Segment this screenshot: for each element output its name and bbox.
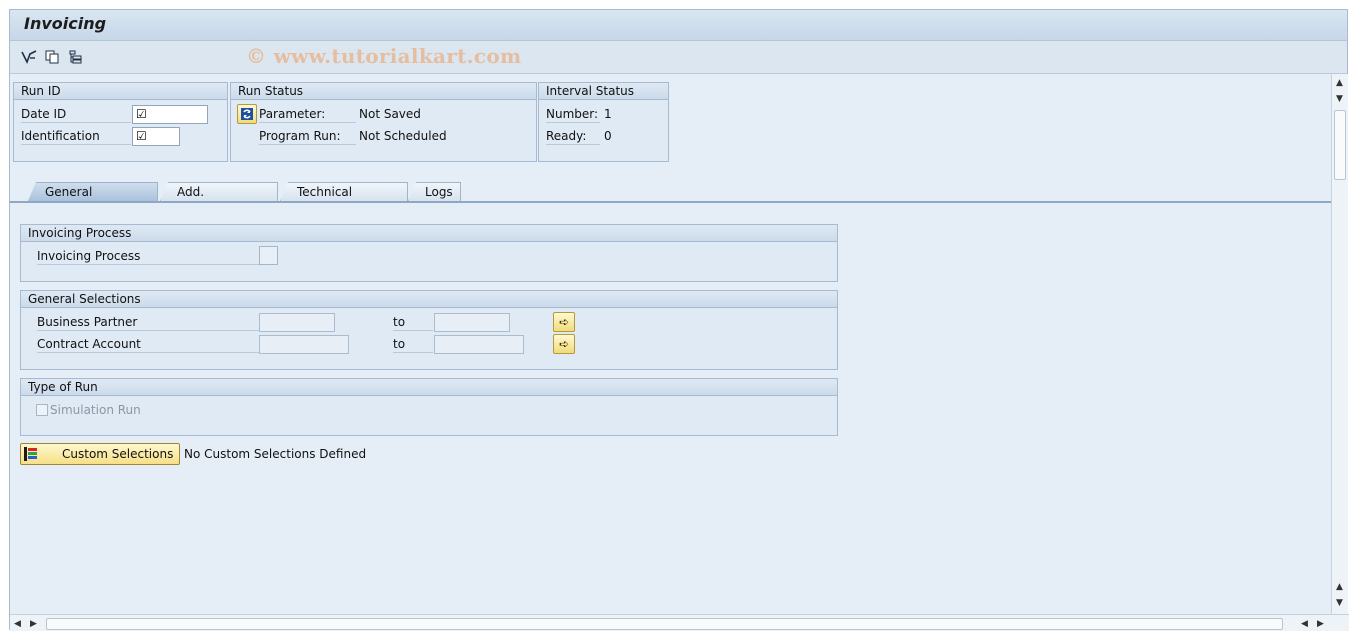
invoicing-process-checkbox[interactable] <box>259 246 278 265</box>
invoicing-process-header: Invoicing Process <box>21 225 837 242</box>
program-run-label: Program Run: <box>259 127 356 145</box>
type-of-run-group: Type of Run Simulation Run <box>20 378 838 436</box>
scroll-down-icon[interactable]: ▼ <box>1336 94 1343 104</box>
tab-add-parameters[interactable]: Add. Parameters <box>160 182 278 201</box>
title-bar: Invoicing <box>10 10 1347 41</box>
business-partner-multiple-selection-button[interactable]: ➪ <box>553 312 575 332</box>
arrow-right-icon: ➪ <box>558 337 570 351</box>
application-toolbar: © www.tutorialkart.com <box>10 41 1347 74</box>
arrow-right-icon: ➪ <box>558 315 570 329</box>
number-value: 1 <box>604 107 612 121</box>
custom-selections-button[interactable]: Custom Selections <box>20 443 180 465</box>
check-icon: ☑ <box>136 107 147 121</box>
scroll-down-icon[interactable]: ▼ <box>1336 598 1343 608</box>
interval-status-group: Interval Status Number: 1 Ready: 0 <box>538 82 669 162</box>
to-label: to <box>393 313 433 331</box>
contract-account-label: Contract Account <box>37 335 259 353</box>
scroll-right-icon[interactable]: ▶ <box>30 619 37 629</box>
to-label: to <box>393 335 433 353</box>
simulation-run-checkbox[interactable] <box>36 404 48 416</box>
tab-strip-line <box>10 201 1331 203</box>
scroll-left-icon[interactable]: ◀ <box>14 619 21 629</box>
interval-status-header: Interval Status <box>539 83 668 100</box>
date-id-field[interactable]: ☑ <box>132 105 208 124</box>
custom-selections-icon <box>24 447 38 461</box>
structure-icon[interactable] <box>67 49 85 65</box>
date-id-label: Date ID <box>21 105 131 123</box>
tab-technical-settings[interactable]: Technical Settings <box>280 182 408 201</box>
program-run-value: Not Scheduled <box>359 129 447 143</box>
main-content: Run ID Date ID ☑ Identification ☑ Run St… <box>10 74 1331 614</box>
execute-with-variant-icon[interactable] <box>20 49 38 65</box>
horizontal-scrollbar[interactable]: ◀ ▶ ◀ ▶ <box>10 614 1349 631</box>
run-id-header: Run ID <box>14 83 227 100</box>
business-partner-label: Business Partner <box>37 313 259 331</box>
refresh-status-button[interactable] <box>237 104 257 124</box>
business-partner-to-input[interactable] <box>434 313 510 332</box>
general-selections-header: General Selections <box>21 291 837 308</box>
custom-selections-label: Custom Selections <box>62 447 174 461</box>
refresh-icon <box>241 108 253 120</box>
check-icon: ☑ <box>136 129 147 143</box>
parameter-value: Not Saved <box>359 107 421 121</box>
contract-account-multiple-selection-button[interactable]: ➪ <box>553 334 575 354</box>
page-title: Invoicing <box>24 14 107 33</box>
run-id-group: Run ID Date ID ☑ Identification ☑ <box>13 82 228 162</box>
simulation-run-label: Simulation Run <box>50 403 141 417</box>
ready-value: 0 <box>604 129 612 143</box>
vertical-scrollbar[interactable]: ▲ ▼ ▲ ▼ <box>1331 74 1348 614</box>
watermark-text: © www.tutorialkart.com <box>246 44 522 68</box>
type-of-run-header: Type of Run <box>21 379 837 396</box>
ready-label: Ready: <box>546 127 600 145</box>
business-partner-from-input[interactable] <box>259 313 335 332</box>
tab-general-selections[interactable]: General Selections <box>28 182 158 201</box>
tab-logs[interactable]: Logs <box>408 182 461 201</box>
run-status-header: Run Status <box>231 83 536 100</box>
identification-label: Identification <box>21 127 131 145</box>
scroll-right-icon[interactable]: ▶ <box>1317 619 1324 629</box>
scroll-up-icon[interactable]: ▲ <box>1336 582 1343 592</box>
custom-selections-status: No Custom Selections Defined <box>184 447 367 461</box>
copy-icon[interactable] <box>43 49 61 65</box>
contract-account-to-input[interactable] <box>434 335 524 354</box>
number-label: Number: <box>546 107 600 123</box>
parameter-label: Parameter: <box>259 105 356 123</box>
sap-window: Invoicing © www.tutorialkart.com Run ID … <box>9 9 1349 631</box>
scroll-up-icon[interactable]: ▲ <box>1336 78 1343 88</box>
horizontal-scroll-thumb[interactable] <box>46 618 1283 630</box>
scroll-left-icon[interactable]: ◀ <box>1301 619 1308 629</box>
identification-field[interactable]: ☑ <box>132 127 180 146</box>
run-status-group: Run Status Parameter: Not Saved Program … <box>230 82 537 162</box>
contract-account-from-input[interactable] <box>259 335 349 354</box>
invoicing-process-label: Invoicing Process <box>37 247 259 265</box>
vertical-scroll-thumb[interactable] <box>1334 110 1346 180</box>
general-selections-group: General Selections Business Partner to ➪… <box>20 290 838 370</box>
invoicing-process-group: Invoicing Process Invoicing Process <box>20 224 838 282</box>
